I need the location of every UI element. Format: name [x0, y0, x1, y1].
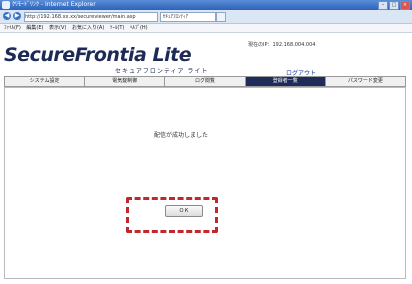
- forward-icon[interactable]: ▶: [13, 12, 21, 20]
- menu-file[interactable]: ﾌｧｲﾙ(F): [4, 25, 21, 31]
- menu-view[interactable]: 表示(V): [49, 25, 66, 31]
- app-logo: SecureFrontia Lite: [4, 44, 192, 66]
- nav-item-registrant-list[interactable]: 登録者一覧: [245, 77, 326, 86]
- address-row: ◀ ▶ http://192.168.xx.xx/secureviewer/ma…: [0, 10, 412, 24]
- nav-item-system-settings[interactable]: システム設定: [5, 77, 86, 86]
- ip-info: 現在のIP：192.168.004.004: [248, 42, 316, 48]
- status-message: 配信が成功しました: [154, 132, 209, 139]
- app-logo-subtitle: セキュアフロンティア ライト: [115, 68, 209, 75]
- menu-tools[interactable]: ﾂｰﾙ(T): [110, 25, 124, 31]
- ie-icon: [2, 1, 10, 9]
- back-icon[interactable]: ◀: [3, 12, 11, 20]
- menu-favorites[interactable]: お気に入り(A): [72, 25, 104, 31]
- address-bar[interactable]: http://192.168.xx.xx/secureviewer/main.a…: [24, 12, 158, 22]
- browser-window: ｸﾘﾓｰﾄﾞﾘﾝｸ - Internet Explorer – □ × ◀ ▶ …: [0, 0, 412, 284]
- menu-help[interactable]: ﾍﾙﾌﾟ(H): [130, 25, 148, 31]
- menu-bar: ﾌｧｲﾙ(F) 編集(E) 表示(V) お気に入り(A) ﾂｰﾙ(T) ﾍﾙﾌﾟ…: [0, 24, 412, 33]
- minimize-icon[interactable]: –: [378, 1, 388, 10]
- window-controls: – □ ×: [378, 1, 410, 10]
- window-title: ｸﾘﾓｰﾄﾞﾘﾝｸ - Internet Explorer: [12, 1, 96, 8]
- nav-item-log-view[interactable]: ログ閲覧: [165, 77, 246, 86]
- nav-item-lock-control[interactable]: 電気錠制御: [85, 77, 166, 86]
- maximize-icon[interactable]: □: [389, 1, 399, 10]
- close-icon[interactable]: ×: [400, 1, 410, 10]
- nav-item-password-change[interactable]: パスワード変更: [326, 77, 405, 86]
- highlight-box: [126, 197, 218, 233]
- menu-edit[interactable]: 編集(E): [26, 25, 43, 31]
- title-bar: ｸﾘﾓｰﾄﾞﾘﾝｸ - Internet Explorer – □ ×: [0, 0, 412, 10]
- main-nav: システム設定 電気錠制御 ログ閲覧 登録者一覧 パスワード変更: [4, 76, 406, 87]
- tab-current[interactable]: ｾｷｭｱﾌﾛﾝﾃｨｱ: [160, 12, 216, 22]
- content-frame: [4, 87, 406, 279]
- page-content: SecureFrontia Lite セキュアフロンティア ライト 現在のIP：…: [0, 33, 412, 284]
- new-tab-icon[interactable]: [216, 12, 226, 22]
